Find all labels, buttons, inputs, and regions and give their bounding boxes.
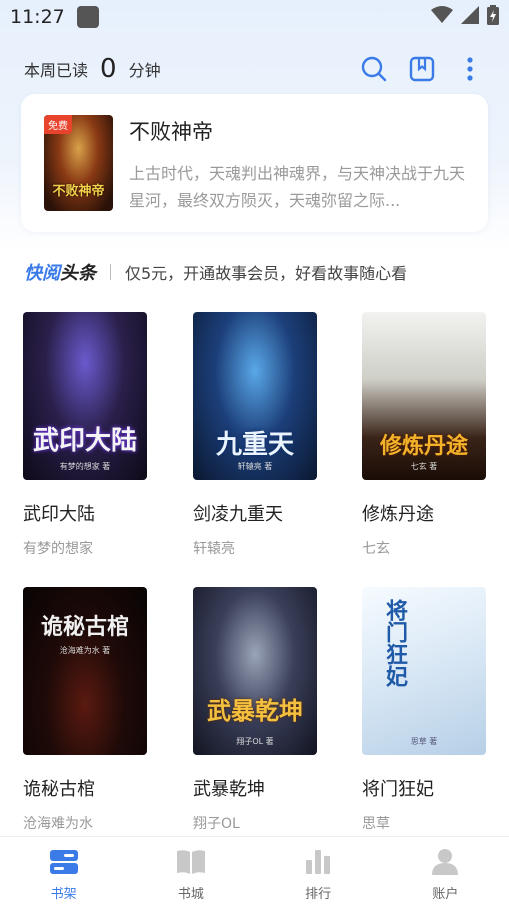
headline-logo-part-a: 快阅 — [24, 263, 60, 284]
recent-book-title[interactable]: 不败神帝 — [129, 116, 213, 146]
signal-icon — [461, 6, 479, 28]
recent-cover-title: 不败神帝 — [52, 184, 105, 199]
book-author: 轩辕亮 — [193, 541, 235, 557]
book-item[interactable]: 将门狂妃 思草 著 将门狂妃 思草 — [362, 587, 488, 833]
book-title[interactable]: 修炼丹途 — [362, 500, 488, 526]
tab-ranking[interactable]: 排行 — [255, 837, 382, 906]
recent-book-cover[interactable]: 免费 不败神帝 — [44, 115, 113, 211]
tab-label: 书架 — [50, 887, 77, 902]
app-icon — [76, 6, 99, 28]
free-tag: 免费 — [44, 115, 72, 134]
status-bar: 11:27 — [0, 0, 509, 34]
tab-bookstore[interactable]: 书城 — [127, 837, 254, 906]
book-cover[interactable]: 将门狂妃 思草 著 — [362, 587, 486, 755]
weekly-read-label: 本周已读 — [24, 61, 89, 80]
account-icon — [429, 847, 461, 877]
book-cover-title: 将门狂妃 — [382, 599, 408, 687]
book-cover-author: 思草 著 — [410, 737, 438, 746]
book-icon[interactable] — [408, 55, 436, 83]
book-author: 有梦的想家 — [23, 541, 93, 557]
book-title[interactable]: 将门狂妃 — [362, 775, 488, 801]
book-cover[interactable]: 九重天 轩辕亮 著 — [193, 312, 317, 480]
bottom-tab-bar: 书架 书城 排行 账户 — [0, 836, 509, 906]
shelf-icon — [48, 847, 80, 877]
headline-logo-part-b: 头条 — [60, 263, 96, 284]
tab-label: 账户 — [432, 887, 459, 902]
book-cover[interactable]: 修炼丹途 七玄 著 — [362, 312, 486, 480]
weekly-read-unit: 分钟 — [128, 61, 161, 80]
headline-divider — [110, 264, 111, 280]
book-item[interactable]: 九重天 轩辕亮 著 剑凌九重天 轩辕亮 — [193, 312, 319, 558]
book-item[interactable]: 武印大陆 有梦的想家 著 武印大陆 有梦的想家 — [23, 312, 149, 558]
book-cover-author: 七玄 著 — [410, 462, 438, 471]
book-cover-author: 沧海难为水 著 — [59, 646, 111, 655]
tab-label: 排行 — [305, 887, 332, 902]
book-cover-title: 诡秘古棺 — [40, 614, 129, 640]
ranking-icon — [302, 847, 334, 877]
book-item[interactable]: 诡秘古棺 沧海难为水 著 诡秘古棺 沧海难为水 — [23, 587, 149, 833]
book-cover-author: 轩辕亮 著 — [237, 462, 273, 471]
recent-book-card[interactable]: 免费 不败神帝 不败神帝 上古时代，天魂判出神魂界，与天神决战于九天星河，最终双… — [21, 94, 488, 232]
book-cover-title: 武印大陆 — [32, 426, 137, 456]
book-cover[interactable]: 武印大陆 有梦的想家 著 — [23, 312, 147, 480]
top-bar: 本周已读 0 分钟 — [24, 52, 484, 86]
status-icons — [431, 5, 499, 29]
book-item[interactable]: 武暴乾坤 翔子OL 著 武暴乾坤 翔子OL — [193, 587, 319, 833]
book-author: 沧海难为水 — [23, 816, 93, 832]
weekly-read-count: 0 — [100, 54, 117, 84]
book-item[interactable]: 修炼丹途 七玄 著 修炼丹途 七玄 — [362, 312, 488, 558]
book-author: 翔子OL — [193, 816, 240, 832]
book-title[interactable]: 武印大陆 — [23, 500, 149, 526]
book-title[interactable]: 武暴乾坤 — [193, 775, 319, 801]
book-cover-title: 九重天 — [215, 430, 294, 460]
battery-icon — [487, 5, 499, 29]
book-author: 七玄 — [362, 541, 390, 557]
wifi-icon — [431, 6, 453, 28]
book-cover-author: 有梦的想家 著 — [59, 462, 111, 471]
book-cover[interactable]: 武暴乾坤 翔子OL 著 — [193, 587, 317, 755]
headline-text[interactable]: 仅5元，开通故事会员，好看故事随心看 — [125, 260, 407, 284]
book-cover-author: 翔子OL 著 — [236, 737, 274, 746]
book-author: 思草 — [362, 816, 390, 832]
search-icon[interactable] — [360, 55, 388, 83]
tab-bookshelf[interactable]: 书架 — [0, 837, 127, 906]
book-cover-title: 修炼丹途 — [379, 433, 468, 459]
tab-label: 书城 — [177, 887, 204, 902]
recent-book-description: 上古时代，天魂判出神魂界，与天神决战于九天星河，最终双方陨灭，天魂弥留之际... — [129, 164, 466, 210]
book-title[interactable]: 剑凌九重天 — [193, 500, 319, 526]
status-time: 11:27 — [10, 6, 65, 28]
more-icon[interactable] — [456, 55, 484, 83]
book-cover[interactable]: 诡秘古棺 沧海难为水 著 — [23, 587, 147, 755]
tab-account[interactable]: 账户 — [382, 837, 509, 906]
bookstore-icon — [175, 847, 207, 877]
headline-logo: 快阅头条 — [24, 259, 96, 285]
headline-banner[interactable]: 快阅头条 仅5元，开通故事会员，好看故事随心看 — [24, 258, 407, 286]
book-cover-title: 武暴乾坤 — [207, 696, 303, 725]
book-title[interactable]: 诡秘古棺 — [23, 775, 149, 801]
